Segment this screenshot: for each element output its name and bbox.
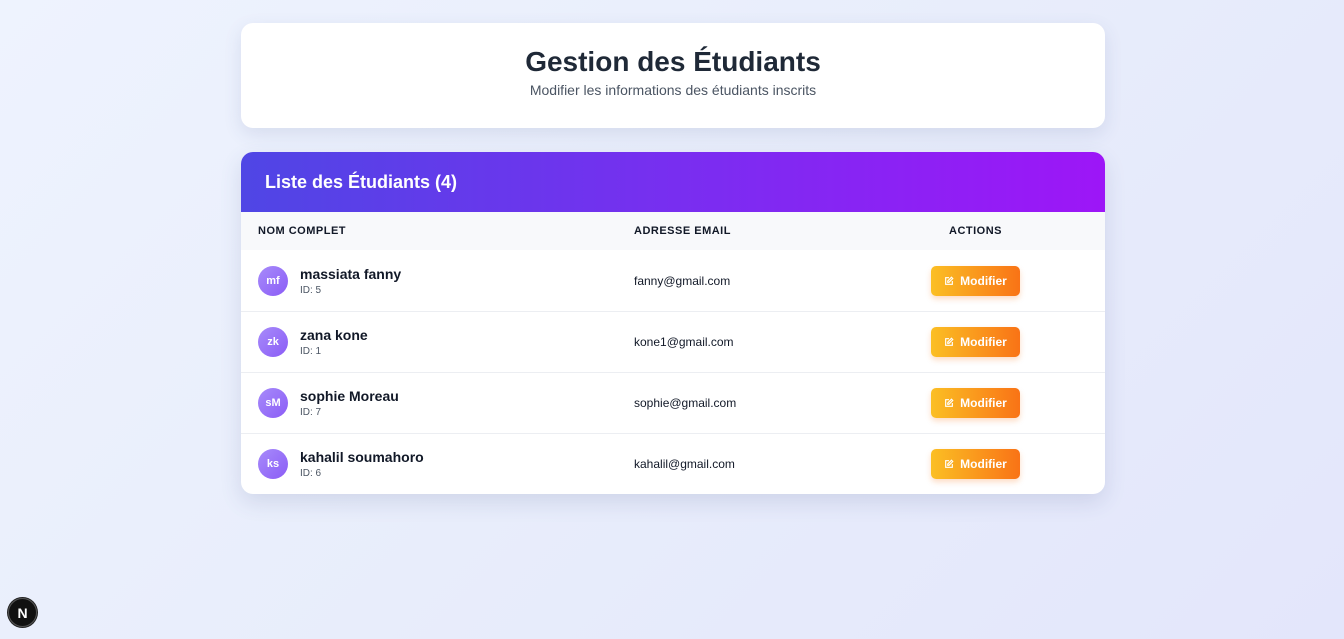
nextjs-logo-icon: N — [17, 604, 28, 621]
column-header-name: Nom complet — [258, 225, 346, 237]
nextjs-dev-badge[interactable]: N — [8, 598, 37, 627]
page-subtitle: Modifier les informations des étudiants … — [529, 82, 817, 98]
table-body: mf massiata fanny ID: 5 fanny@gmail.com … — [241, 250, 1105, 494]
column-header-email: Adresse Email — [634, 225, 731, 237]
edit-icon — [945, 337, 954, 346]
name-block: sophie Moreau ID: 7 — [300, 387, 399, 419]
student-name: sophie Moreau — [300, 388, 399, 404]
modify-button-label: Modifier — [960, 273, 1007, 288]
edit-icon — [945, 275, 954, 285]
table-row: ks kahalil soumahoro ID: 6 kahalil@gmail… — [241, 433, 1105, 494]
actions-cell: Modifier — [866, 388, 1105, 418]
students-list-header: Liste des Étudiants (4) — [241, 152, 1105, 212]
modify-button[interactable]: Modifier — [931, 327, 1020, 357]
name-cell: sM sophie Moreau ID: 7 — [241, 387, 616, 419]
table-row: mf massiata fanny ID: 5 fanny@gmail.com … — [241, 250, 1105, 311]
student-email: kone1@gmail.com — [634, 335, 734, 349]
student-email: kahalil@gmail.com — [634, 457, 735, 471]
page-title: Gestion des Étudiants — [525, 46, 821, 77]
name-block: massiata fanny ID: 5 — [300, 265, 401, 297]
name-cell: mf massiata fanny ID: 5 — [241, 265, 616, 297]
student-id: ID: 6 — [300, 468, 322, 479]
name-block: zana kone ID: 1 — [300, 326, 368, 358]
student-id: ID: 5 — [300, 284, 322, 296]
actions-cell: Modifier — [866, 449, 1105, 479]
actions-cell: Modifier — [866, 327, 1105, 357]
name-cell: ks kahalil soumahoro ID: 6 — [241, 448, 616, 480]
students-list-card: Liste des Étudiants (4) Nom complet Adre… — [241, 152, 1105, 494]
table-row: zk zana kone ID: 1 kone1@gmail.com Modif… — [241, 311, 1105, 372]
student-id: ID: 7 — [300, 407, 322, 418]
table-header: Nom complet Adresse Email Actions — [241, 212, 1105, 250]
avatar: zk — [258, 327, 288, 357]
avatar: mf — [258, 265, 288, 296]
modify-button-label: Modifier — [960, 335, 1007, 349]
student-name: massiata fanny — [300, 265, 402, 282]
avatar: sM — [258, 388, 288, 418]
student-id: ID: 1 — [300, 346, 322, 357]
student-name: zana kone — [300, 327, 368, 343]
modify-button-label: Modifier — [960, 396, 1007, 410]
modify-button-label: Modifier — [960, 457, 1007, 471]
actions-cell: Modifier — [866, 265, 1105, 296]
student-email: fanny@gmail.com — [634, 273, 731, 288]
modify-button[interactable]: Modifier — [931, 388, 1020, 418]
page-header-card: Gestion des Étudiants Modifier les infor… — [241, 23, 1105, 128]
avatar: ks — [258, 449, 288, 479]
column-header-actions: Actions — [949, 225, 1002, 237]
student-name: kahalil soumahoro — [300, 449, 424, 465]
table-row: sM sophie Moreau ID: 7 sophie@gmail.com … — [241, 372, 1105, 433]
name-block: kahalil soumahoro ID: 6 — [300, 448, 424, 480]
student-email: sophie@gmail.com — [634, 396, 737, 410]
students-list-title: Liste des Étudiants (4) — [265, 171, 458, 192]
edit-icon — [945, 398, 954, 407]
name-cell: zk zana kone ID: 1 — [241, 326, 616, 358]
modify-button[interactable]: Modifier — [931, 265, 1020, 296]
edit-icon — [945, 459, 954, 468]
modify-button[interactable]: Modifier — [931, 449, 1020, 479]
